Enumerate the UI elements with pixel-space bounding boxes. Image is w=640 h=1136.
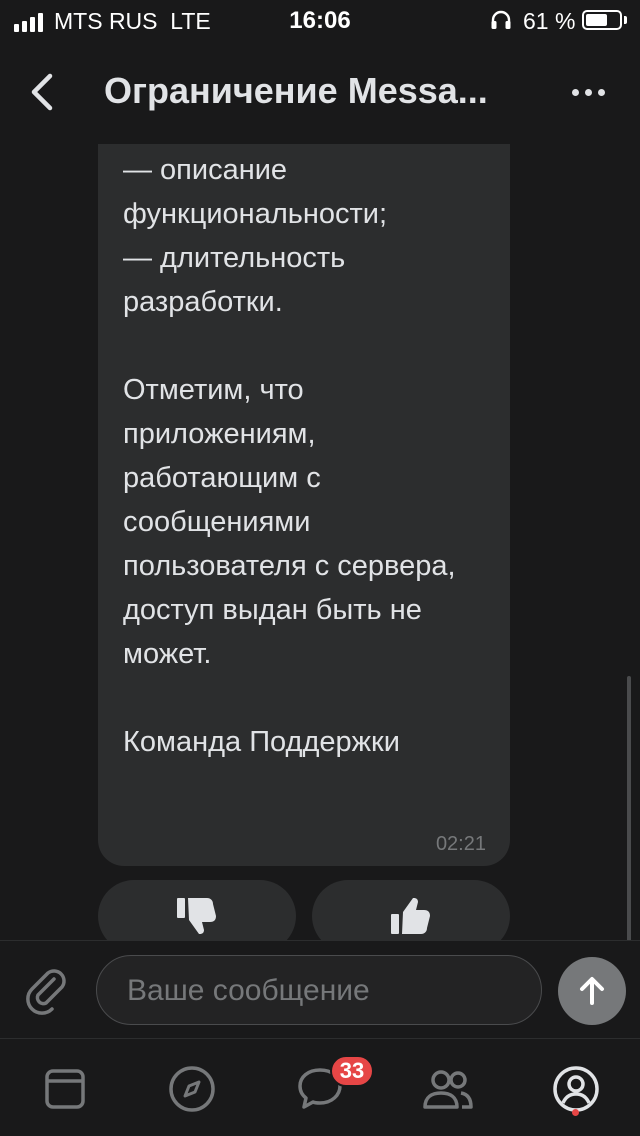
news-feed-icon: [45, 1069, 85, 1109]
chat-title[interactable]: Ограничение Messa...: [104, 70, 544, 112]
chat-header: Ограничение Messa...: [0, 40, 640, 144]
battery-cap: [624, 16, 627, 24]
message-composer: [0, 940, 640, 1038]
tab-friends[interactable]: [420, 1061, 476, 1117]
paperclip-icon[interactable]: [22, 965, 72, 1015]
thumbs-down-icon: [177, 898, 216, 934]
battery-percent: 61 %: [523, 8, 576, 34]
tab-discover[interactable]: [164, 1061, 220, 1117]
headphones-icon: [491, 10, 511, 29]
scrollbar[interactable]: [627, 676, 631, 940]
like-button[interactable]: [312, 880, 510, 940]
tab-news[interactable]: [37, 1061, 93, 1117]
profile-icon: [553, 1066, 599, 1112]
unread-badge: 33: [330, 1055, 374, 1087]
dislike-button[interactable]: [98, 880, 296, 940]
message-time: 02:21: [435, 833, 486, 855]
send-arrow-icon: [580, 977, 604, 1005]
back-chevron-icon[interactable]: [22, 70, 66, 114]
status-bar: MTS RUS LTE 16:06 61 %: [0, 0, 640, 40]
message-bubble[interactable]: приложения; — описание функциональности;…: [98, 144, 510, 866]
send-button[interactable]: [558, 957, 626, 1025]
friends-icon: [423, 1070, 473, 1109]
message-input[interactable]: [125, 956, 529, 1026]
chat-area[interactable]: приложения; — описание функциональности;…: [0, 144, 640, 940]
profile-notification-dot: [572, 1109, 579, 1116]
battery-icon: [582, 10, 622, 30]
discover-icon: [169, 1066, 215, 1112]
more-dots-icon[interactable]: [566, 80, 610, 104]
tab-bar: 33: [0, 1038, 640, 1136]
message-text: приложения; — описание функциональности;…: [123, 154, 456, 758]
message-input-wrapper[interactable]: [96, 955, 542, 1026]
thumbs-up-icon: [391, 898, 430, 934]
